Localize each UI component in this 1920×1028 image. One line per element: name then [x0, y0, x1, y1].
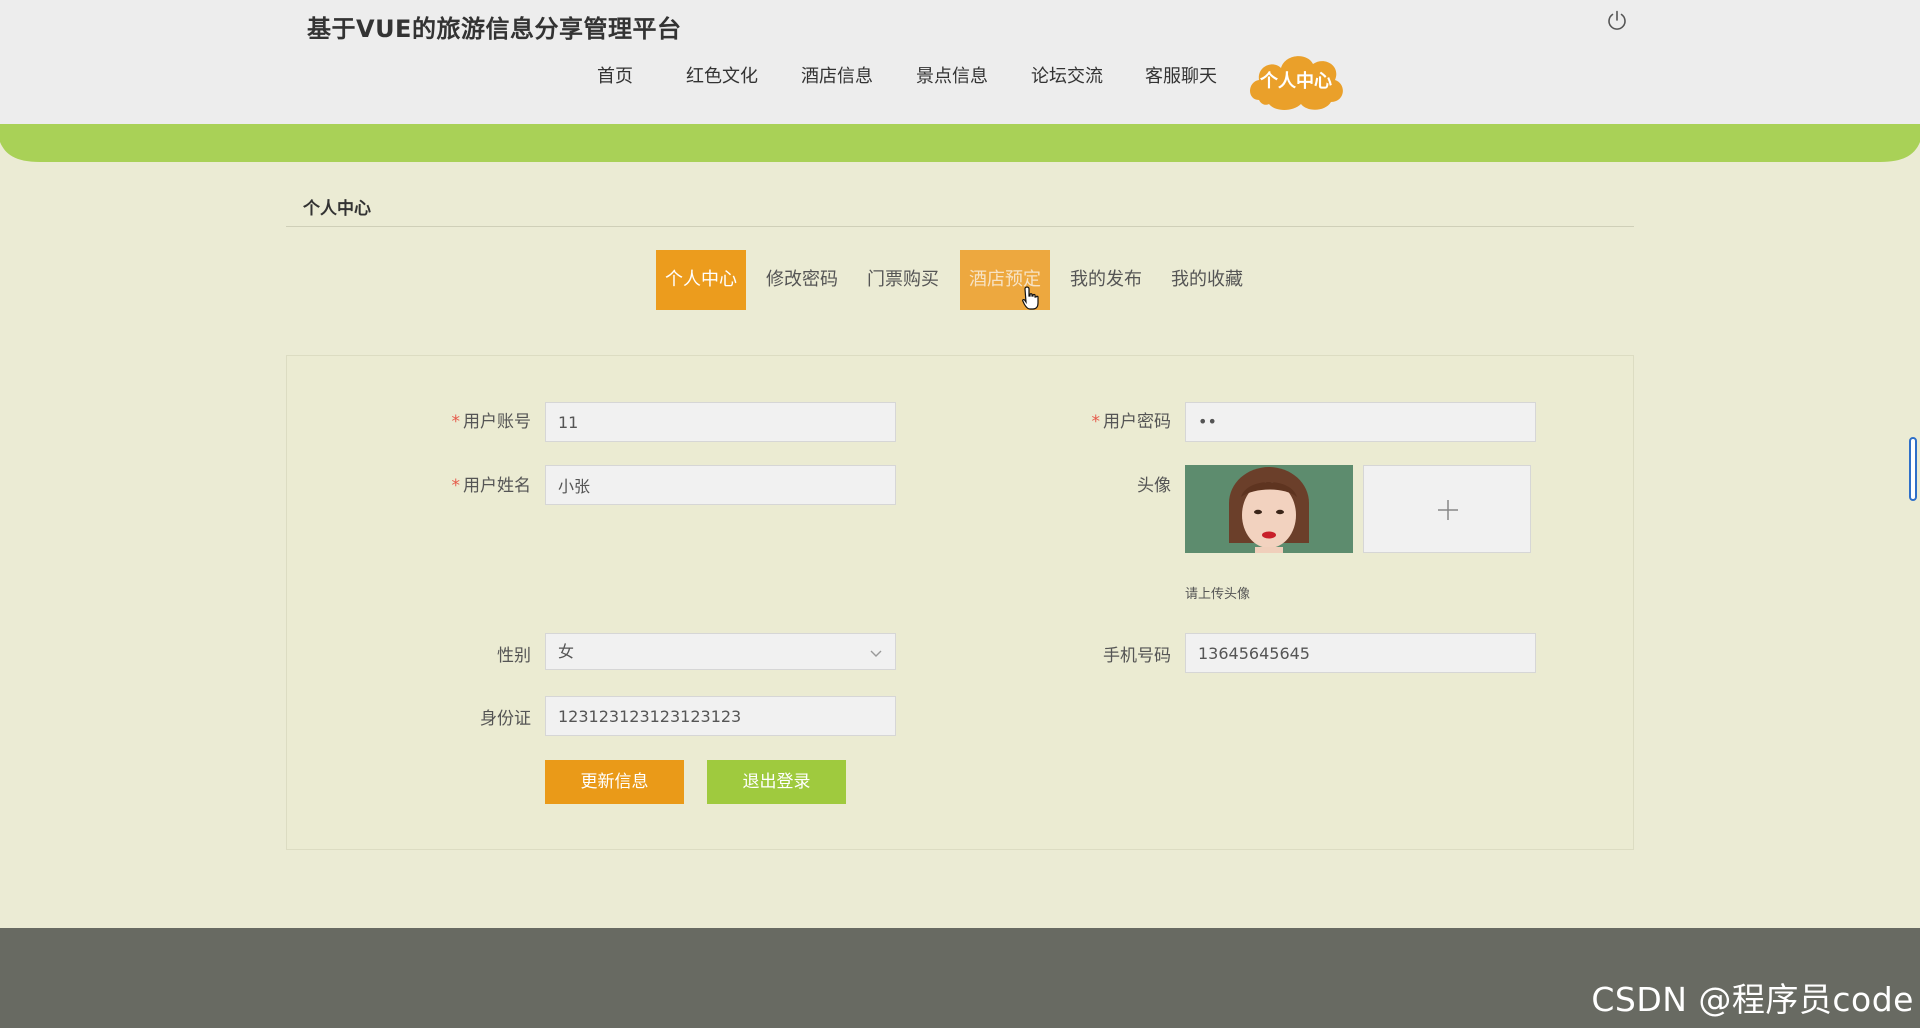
avatar-image[interactable] — [1185, 465, 1353, 553]
gender-select-value: 女 — [558, 642, 575, 661]
nav-item-customer-chat[interactable]: 客服聊天 — [1145, 62, 1217, 88]
nav-item-personal-center[interactable]: 个人中心 — [1245, 46, 1347, 116]
avatar-label: 头像 — [1137, 476, 1171, 496]
account-label: * 用户账号 — [451, 412, 532, 432]
csdn-watermark: CSDN @程序员code — [1591, 980, 1914, 1019]
nav-item-forum[interactable]: 论坛交流 — [1031, 62, 1103, 88]
site-title: 基于VUE的旅游信息分享管理平台 — [307, 15, 682, 43]
green-wave-banner — [0, 124, 1920, 162]
section-divider — [286, 226, 1634, 227]
nav-item-scenic-info[interactable]: 景点信息 — [916, 62, 988, 88]
nav-item-hotel-info[interactable]: 酒店信息 — [801, 62, 873, 88]
avatar-upload-hint: 请上传头像 — [1185, 587, 1251, 602]
id-card-input[interactable] — [545, 696, 896, 736]
update-info-button[interactable]: 更新信息 — [545, 760, 684, 804]
site-header: 基于VUE的旅游信息分享管理平台 首页 红色文化 酒店信息 景点信息 论坛交流 … — [0, 0, 1920, 124]
nav-item-home[interactable]: 首页 — [597, 62, 633, 88]
plus-icon — [1438, 500, 1458, 520]
name-input[interactable] — [545, 465, 896, 505]
hand-cursor-icon — [1022, 286, 1039, 310]
phone-label: 手机号码 — [1103, 646, 1171, 666]
gender-select[interactable]: 女 — [545, 633, 896, 670]
scrollbar-thumb[interactable] — [1909, 437, 1917, 501]
nav-active-label: 个人中心 — [1260, 71, 1332, 92]
name-label: * 用户姓名 — [451, 476, 532, 496]
account-input[interactable] — [545, 402, 896, 442]
tab-change-password[interactable]: 修改密码 — [757, 250, 847, 310]
tab-personal-center[interactable]: 个人中心 — [656, 250, 746, 310]
logout-button[interactable]: 退出登录 — [707, 760, 846, 804]
avatar-portrait-icon — [1185, 465, 1353, 553]
tab-my-favorites[interactable]: 我的收藏 — [1162, 250, 1252, 310]
password-input[interactable]: •• — [1185, 402, 1536, 442]
phone-input[interactable] — [1185, 633, 1536, 673]
main-nav: 首页 红色文化 酒店信息 景点信息 论坛交流 客服聊天 个人中心 — [0, 46, 1920, 116]
nav-item-red-culture[interactable]: 红色文化 — [686, 62, 758, 88]
tab-my-posts[interactable]: 我的发布 — [1061, 250, 1151, 310]
gender-label: 性别 — [497, 646, 531, 666]
tab-ticket-purchase[interactable]: 门票购买 — [858, 250, 948, 310]
section-title: 个人中心 — [303, 199, 371, 219]
id-card-label: 身份证 — [480, 709, 531, 729]
power-icon[interactable] — [1605, 9, 1629, 33]
profile-tabs: 个人中心 修改密码 门票购买 酒店预定 我的发布 我的收藏 — [0, 250, 1920, 310]
avatar-upload-button[interactable] — [1363, 465, 1531, 553]
chevron-down-icon — [870, 650, 882, 657]
password-label: * 用户密码 — [1091, 412, 1172, 432]
